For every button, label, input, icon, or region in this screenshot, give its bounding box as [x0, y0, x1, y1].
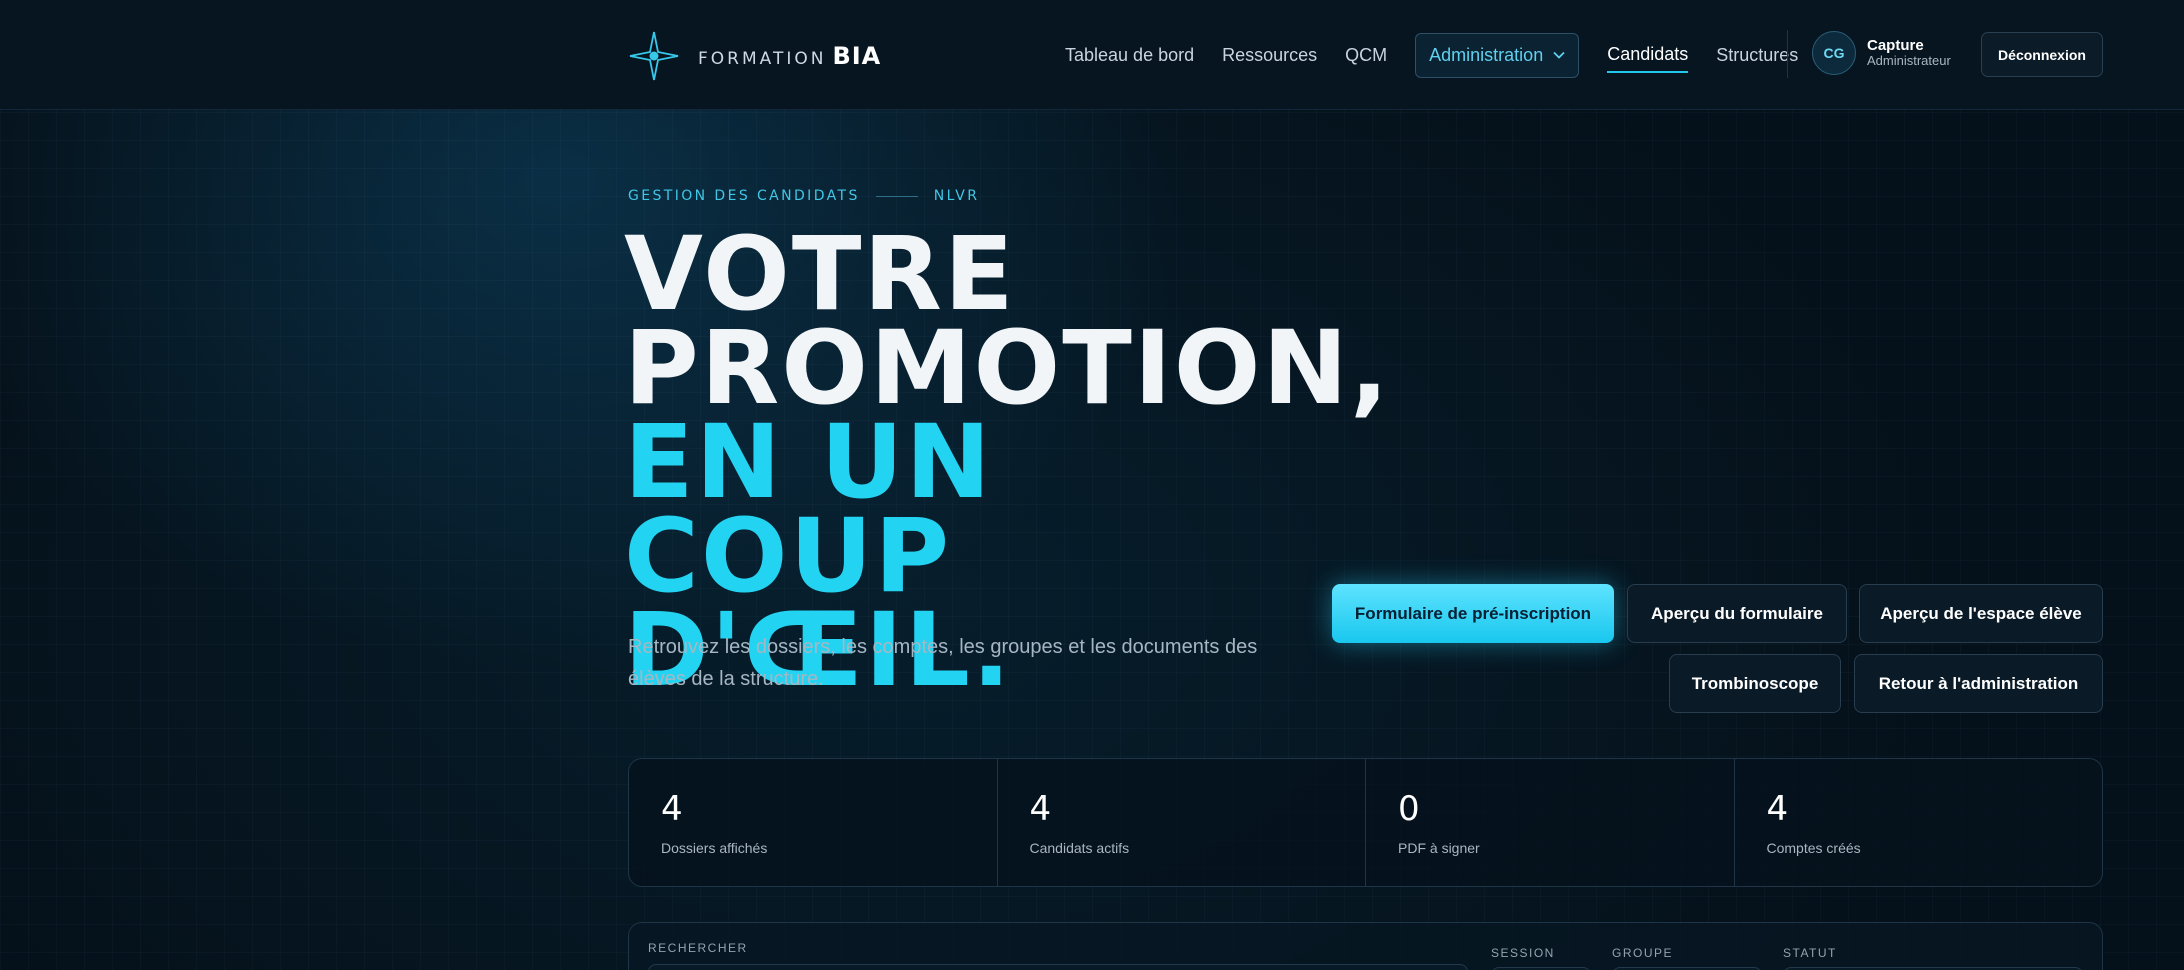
back-to-admin-button[interactable]: Retour à l'administration [1854, 654, 2103, 713]
filter-panel: RECHERCHER SESSION GROUPE STATUT [628, 922, 2103, 970]
avatar: CG [1812, 31, 1856, 75]
stat-value: 0 [1398, 789, 1420, 829]
brand-name: BIA [832, 42, 882, 70]
stat-label: Candidats actifs [1029, 840, 1130, 856]
search-label: RECHERCHER [648, 941, 748, 955]
hero-eyebrow: GESTION DES CANDIDATS NLVR [628, 188, 979, 204]
status-label: STATUT [1783, 946, 1837, 960]
title-line-2: PROMOTION, [624, 309, 1391, 428]
nav-administration-label: Administration [1429, 44, 1544, 65]
search-input[interactable] [648, 964, 1468, 970]
stat-card: 4 Comptes créés [1735, 759, 2103, 886]
brand-prefix: FORMATION [698, 49, 827, 69]
stat-value: 4 [1766, 789, 1789, 829]
stat-label: Comptes créés [1766, 840, 1861, 856]
nav-administration-dropdown[interactable]: Administration [1415, 32, 1580, 78]
compass-star-icon [629, 31, 679, 81]
nav-qcm[interactable]: QCM [1345, 45, 1387, 66]
stats-panel: 4 Dossiers affichés 4 Candidats actifs 0… [628, 758, 2103, 887]
eyebrow-divider [875, 195, 918, 197]
title-line-3: EN UN COUP [624, 403, 993, 616]
preregistration-form-button[interactable]: Formulaire de pré-inscription [1332, 584, 1614, 643]
nav-structures[interactable]: Structures [1716, 45, 1798, 66]
nav-candidats[interactable]: Candidats [1607, 44, 1689, 73]
eyebrow-code: NLVR [933, 188, 980, 204]
group-label: GROUPE [1612, 946, 1674, 960]
stat-label: PDF à signer [1398, 840, 1480, 856]
page-title: VOTRE PROMOTION, EN UN COUP D'ŒIL. [624, 215, 1391, 702]
logout-button[interactable]: Déconnexion [1981, 32, 2103, 77]
form-preview-button[interactable]: Aperçu du formulaire [1627, 584, 1847, 643]
brand-wordmark: FORMATION BIA [698, 42, 881, 70]
user-role: Administrateur [1867, 53, 1951, 69]
nav-ressources[interactable]: Ressources [1222, 45, 1317, 66]
stat-card: 4 Candidats actifs [998, 759, 1366, 886]
chevron-down-icon [1553, 51, 1565, 59]
session-label: SESSION [1491, 946, 1555, 960]
user-name: Capture [1867, 36, 1924, 54]
stat-card: 0 PDF à signer [1366, 759, 1735, 886]
stat-card: 4 Dossiers affichés [629, 759, 998, 886]
stat-label: Dossiers affichés [661, 840, 768, 856]
user-profile[interactable]: CG Capture Administrateur [1812, 31, 1951, 75]
brand-logo[interactable]: FORMATION BIA [628, 30, 881, 82]
student-space-preview-button[interactable]: Aperçu de l'espace élève [1859, 584, 2103, 643]
nav-tableau-de-bord[interactable]: Tableau de bord [1065, 45, 1194, 66]
stat-value: 4 [1029, 789, 1052, 829]
yearbook-button[interactable]: Trombinoscope [1669, 654, 1841, 713]
top-navigation-bar: FORMATION BIA Tableau de bord Ressources … [0, 0, 2184, 110]
nav-divider [1787, 30, 1788, 78]
stat-value: 4 [661, 789, 683, 829]
hero-description: Retrouvez les dossiers, les comptes, les… [628, 636, 1258, 690]
title-line-1: VOTRE [624, 215, 1016, 334]
main-nav: Tableau de bord Ressources QCM Administr… [1065, 32, 1826, 78]
eyebrow-text: GESTION DES CANDIDATS [628, 188, 860, 204]
